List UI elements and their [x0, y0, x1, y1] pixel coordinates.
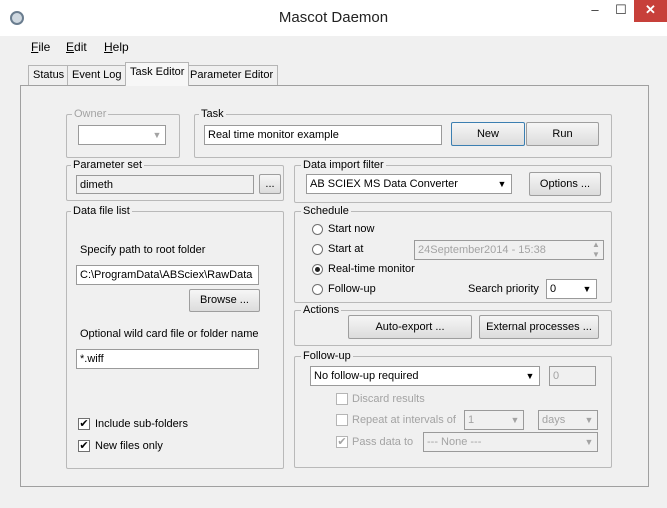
- minimize-icon[interactable]: –: [582, 0, 608, 22]
- actions-label: Actions: [301, 304, 342, 316]
- run-button[interactable]: Run: [526, 122, 599, 146]
- root-folder-label: Specify path to root folder: [80, 244, 206, 256]
- follow-up-count: 0: [549, 366, 596, 386]
- task-label: Task: [199, 108, 226, 120]
- new-button[interactable]: New: [451, 122, 525, 146]
- chevron-down-icon: ▼: [510, 415, 520, 425]
- chevron-down-icon: ▼: [584, 415, 594, 425]
- auto-export-button[interactable]: Auto-export ...: [348, 315, 472, 339]
- start-now-label: Start now: [328, 223, 375, 235]
- follow-up-mode-select[interactable]: No follow-up required: [310, 366, 540, 386]
- start-at-datetime: 24September2014 - 15:38: [414, 240, 604, 260]
- data-file-list-label: Data file list: [71, 205, 132, 217]
- parameter-set-browse-button[interactable]: ...: [259, 174, 281, 194]
- pass-data-select: --- None ---: [423, 432, 598, 452]
- parameter-set-label: Parameter set: [71, 159, 145, 171]
- search-priority-label: Search priority: [468, 283, 539, 295]
- spinner-icon: ▲ ▼: [592, 240, 600, 259]
- tab-event-log[interactable]: Event Log: [67, 65, 127, 85]
- options-button[interactable]: Options ...: [529, 172, 601, 196]
- root-folder-input[interactable]: C:\ProgramData\ABSciex\RawData: [76, 265, 259, 285]
- wildcard-input[interactable]: *.wiff: [76, 349, 259, 369]
- menu-file[interactable]: File: [31, 40, 50, 54]
- discard-results-checkbox: [336, 393, 348, 405]
- follow-up-group-label: Follow-up: [301, 350, 353, 362]
- close-icon[interactable]: ✕: [634, 0, 667, 22]
- real-time-monitor-label: Real-time monitor: [328, 263, 415, 275]
- chevron-down-icon: ▼: [582, 284, 592, 294]
- chevron-down-icon: ▼: [525, 371, 535, 381]
- pass-data-label: Pass data to: [352, 436, 414, 448]
- parameter-set-field: dimeth: [76, 175, 254, 194]
- tab-parameter-editor[interactable]: Parameter Editor: [185, 65, 279, 85]
- owner-label: Owner: [72, 108, 109, 120]
- pass-data-checkbox: ✔: [336, 436, 348, 448]
- new-files-only-label: New files only: [95, 440, 163, 452]
- menu-help[interactable]: Help: [104, 40, 129, 54]
- external-processes-button[interactable]: External processes ...: [479, 315, 599, 339]
- discard-results-label: Discard results: [352, 393, 425, 405]
- repeat-label: Repeat at intervals of: [352, 414, 456, 426]
- maximize-icon[interactable]: ☐: [608, 0, 634, 22]
- data-import-filter-label: Data import filter: [301, 159, 386, 171]
- menu-bar: [0, 36, 667, 58]
- data-import-filter-select[interactable]: AB SCIEX MS Data Converter: [306, 174, 512, 194]
- wildcard-label: Optional wild card file or folder name: [80, 328, 259, 340]
- new-files-only-checkbox[interactable]: ✔: [78, 440, 90, 452]
- schedule-label: Schedule: [301, 205, 351, 217]
- start-at-radio[interactable]: [312, 244, 323, 255]
- repeat-checkbox: [336, 414, 348, 426]
- start-at-label: Start at: [328, 243, 364, 255]
- tab-status[interactable]: Status: [28, 65, 70, 85]
- task-name-input[interactable]: Real time monitor example: [204, 125, 442, 145]
- menu-edit[interactable]: Edit: [66, 40, 87, 54]
- include-subfolders-checkbox[interactable]: ✔: [78, 418, 90, 430]
- chevron-down-icon: ▼: [152, 130, 162, 140]
- follow-up-radio[interactable]: [312, 284, 323, 295]
- browse-button[interactable]: Browse ...: [189, 289, 260, 312]
- follow-up-label: Follow-up: [328, 283, 376, 295]
- real-time-monitor-radio[interactable]: [312, 264, 323, 275]
- window-title: Mascot Daemon: [278, 9, 389, 26]
- chevron-down-icon: ▼: [584, 437, 594, 447]
- tab-task-editor[interactable]: Task Editor: [125, 62, 190, 86]
- start-now-radio[interactable]: [312, 224, 323, 235]
- include-subfolders-label: Include sub-folders: [95, 418, 188, 430]
- chevron-down-icon: ▼: [497, 179, 507, 189]
